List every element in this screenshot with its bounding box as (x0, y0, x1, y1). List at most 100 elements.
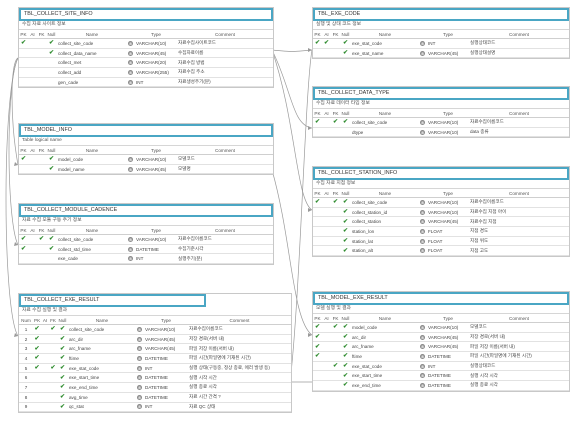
column-row[interactable]: ✔ ✔ collect_std_time ⊗ DATETIME 수집기준시각 (19, 244, 273, 255)
table-title[interactable]: TBL_COLLECT_EXE_RESULT (19, 294, 206, 307)
table-collect-site-info[interactable]: TBL_COLLECT_SITE_INFO 수집 자료 사이트 정보 PK AI… (18, 7, 274, 89)
column-comment: 저장 경로(서버 내) (188, 334, 291, 345)
column-row[interactable]: 6 ✔ exe_start_time ⊗ DATETIME 실행 시작 시간 (19, 372, 291, 384)
check-icon: ✔ (59, 384, 66, 391)
column-row[interactable]: gen_cade ⊗ INT 자료생성주기(분) (19, 77, 273, 88)
table-title[interactable]: TBL_COLLECT_STATION_INFO (313, 167, 569, 180)
table-collect-exe-result[interactable]: TBL_COLLECT_EXE_RESULT 자료 수집 실행 및 결과 Num… (18, 293, 292, 414)
null-cell: ✔ (46, 244, 57, 255)
column-type: VARCHAR(45) (427, 332, 469, 343)
table-exe-code[interactable]: TBL_EXE_CODE 실행 및 상태 코드 정보 PK AI FK Null… (312, 7, 570, 60)
column-row[interactable]: ✔ station_alt ⊗ FLOAT 지점 고도 (313, 245, 569, 257)
type-icon-cell: ⊗ (127, 57, 135, 69)
pk-cell (313, 245, 322, 257)
column-row[interactable]: 3 ✔ ✔ arc_fname ⊗ VARCHAR(45) 파일 저장 이름(서버 내) (19, 343, 291, 355)
check-icon: ✔ (48, 246, 55, 253)
column-row[interactable]: exe_cade ⊗ INT 실행주기(분) (19, 253, 273, 265)
pk-cell: ✔ (33, 334, 41, 345)
ai-cell (322, 341, 331, 353)
type-icon-cell: ⊗ (419, 127, 427, 138)
datatype-icon: ⊗ (420, 219, 425, 225)
column-name: arc_dir (351, 332, 419, 343)
type-header: Type (427, 189, 469, 198)
table-model-info[interactable]: TBL_MODEL_INFO Table logical name PK AI … (18, 123, 274, 176)
fk-cell (331, 127, 340, 138)
column-row[interactable]: 4 ✔ ✔ ftime ⊗ DATETIME 파일 시간(파일명에 기재된 시간) (19, 353, 291, 364)
null-cell (340, 127, 351, 138)
table-title[interactable]: TBL_COLLECT_DATA_TYPE (313, 87, 569, 100)
column-row[interactable]: ✔ ✔ ftime ⊗ DATETIME 파일 시간(파일명에 기재된 시간) (313, 351, 569, 362)
column-row[interactable]: ✔ ✔ model_code ⊗ VARCHAR(10) 모델코드 (19, 154, 273, 165)
column-type: VARCHAR(10) (427, 117, 469, 128)
column-row[interactable]: ✔ station_lon ⊗ FLOAT 지점 경도 (313, 226, 569, 237)
column-row[interactable]: 8 ✔ avg_time ⊗ DATETIME 자료 시간 간격 ? (19, 392, 291, 403)
column-row[interactable]: ✔ ✔ ✔ collect_site_code ⊗ VARCHAR(10) 자료수집이름코드 (313, 117, 569, 128)
column-comment: 자료수집 지점 아이 (469, 207, 569, 218)
column-row[interactable]: ✔ exe_stat_name ⊗ VARCHAR(45) 실행상태설명 (313, 48, 569, 59)
column-type: INT (144, 363, 188, 374)
column-row[interactable]: ✔ model_name ⊗ VARCHAR(45) 모델명 (19, 164, 273, 175)
column-row[interactable]: ✔ collect_station ⊗ VARCHAR(45) 자료수집 지점 (313, 216, 569, 228)
column-comment: 파일 저장 이름(서버 내) (188, 343, 291, 355)
ai-cell (28, 234, 37, 245)
pk-cell: ✔ (33, 343, 41, 355)
pk-cell: ✔ (33, 363, 41, 374)
pk-cell (313, 361, 322, 372)
column-row[interactable]: ✔ ✔ ✔ model_code ⊗ VARCHAR(10) 모델코드 (313, 322, 569, 333)
column-row[interactable]: ✔ collect_station_id ⊗ VARCHAR(10) 자료수집 지점 아… (313, 207, 569, 218)
table-title[interactable]: TBL_COLLECT_SITE_INFO (19, 8, 273, 21)
column-row[interactable]: ✔ ✔ arc_dir ⊗ VARCHAR(45) 저장 경로(서버 내) (313, 332, 569, 343)
column-row[interactable]: ✔ ✔ exe_stat_code ⊗ INT 실행상태코드 (313, 361, 569, 372)
type-header: Type (427, 30, 469, 39)
ai-header: AI (28, 30, 37, 39)
column-grid: PK AI FK Null Name Type Comment ✔ ✔ ✔ colle… (313, 109, 569, 138)
column-row[interactable]: ✔ ✔ ✔ collect_site_code ⊗ VARCHAR(10) 자료수집이름코드 (313, 197, 569, 208)
column-row[interactable]: collect_met ⊗ VARCHAR(20) 자료수집 방법 (19, 57, 273, 69)
column-type: VARCHAR(10) (135, 38, 177, 49)
pk-cell: ✔ (313, 332, 322, 343)
column-row[interactable]: 1 ✔ ✔ ✔ collect_site_code ⊗ VARCHAR(10) 자료수집이름코… (19, 324, 291, 335)
column-row[interactable]: ✔ ✔ ✔ collect_site_code ⊗ VARCHAR(10) 자료수집이름코드 (19, 234, 273, 245)
table-model-exe-result[interactable]: TBL_MODEL_EXE_RESULT 모델 실행 및 결과 PK AI FK… (312, 291, 570, 392)
column-row[interactable]: ✔ station_lat ⊗ FLOAT 지점 위도 (313, 236, 569, 247)
column-row[interactable]: ✔ ✔ collect_site_code ⊗ VARCHAR(10) 자료수집사이트코드 (19, 38, 273, 49)
column-name: collect_met (57, 57, 127, 69)
column-type: VARCHAR(10) (144, 324, 188, 335)
table-collect-module-cadence[interactable]: TBL_COLLECT_MODULE_CADENCE 자료 수집 모듈 구동 주… (18, 203, 274, 266)
null-header: Null (340, 109, 351, 118)
column-row[interactable]: dtype ⊗ VARCHAR(10) data 종류 (313, 127, 569, 138)
table-collect-data-type[interactable]: TBL_COLLECT_DATA_TYPE 수집 자료 데이터 타입 정보 PK… (312, 86, 570, 139)
ai-cell (322, 361, 331, 372)
datatype-icon: ⊗ (420, 344, 425, 350)
check-icon: ✔ (34, 345, 40, 352)
table-title[interactable]: TBL_MODEL_EXE_RESULT (313, 292, 569, 305)
ai-cell (41, 372, 49, 384)
column-row[interactable]: 7 ✔ exe_end_time ⊗ DATETIME 실행 종료 시각 (19, 382, 291, 393)
table-title[interactable]: TBL_MODEL_INFO (19, 124, 273, 137)
column-row[interactable]: 5 ✔ ✔ ✔ exe_stat_code ⊗ INT 실행 상태(구동중, 정상 종료, 에… (19, 363, 291, 374)
column-comment: 실행상태코드 (469, 361, 569, 372)
table-title[interactable]: TBL_COLLECT_MODULE_CADENCE (19, 204, 273, 217)
column-row[interactable]: ✔ ✔ arc_fname ⊗ VARCHAR(45) 파일 저장 이름(서버 내) (313, 341, 569, 353)
type-icon-cell: ⊗ (127, 164, 135, 175)
column-comment: 실행상태설명 (469, 48, 569, 59)
check-icon: ✔ (48, 40, 55, 47)
column-row[interactable]: collect_add ⊗ VARCHAR(255) 자료수집 주소 (19, 67, 273, 78)
fk-cell (331, 48, 340, 59)
table-collect-station-info[interactable]: TBL_COLLECT_STATION_INFO 수집 자료 지점 정보 PK … (312, 166, 570, 258)
type-header: Type (135, 146, 177, 155)
row-number: 3 (19, 343, 33, 355)
column-row[interactable]: 9 ✔ qc_stat ⊗ INT 자료 QC 상태 (19, 402, 291, 413)
column-row[interactable]: 2 ✔ ✔ arc_dir ⊗ VARCHAR(45) 저장 경로(서버 내) (19, 334, 291, 345)
ai-cell (41, 343, 49, 355)
column-row[interactable]: ✔ exe_start_time ⊗ DATETIME 실행 시작 시각 (313, 370, 569, 382)
column-row[interactable]: ✔ exe_end_time ⊗ DATETIME 실행 종료 시각 (313, 380, 569, 391)
column-row[interactable]: ✔ collect_data_name ⊗ VARCHAR(45) 수집자료이름 (19, 48, 273, 59)
name-header: Name (57, 146, 127, 155)
column-comment: 실행주기(분) (177, 253, 273, 265)
table-title[interactable]: TBL_EXE_CODE (313, 8, 569, 21)
column-comment: 자료수집 방법 (177, 57, 273, 69)
check-icon: ✔ (34, 336, 40, 343)
column-row[interactable]: ✔ ✔ ✔ exe_stat_code ⊗ INT 실행상태코드 (313, 38, 569, 49)
comment-header: Comment (469, 30, 569, 39)
